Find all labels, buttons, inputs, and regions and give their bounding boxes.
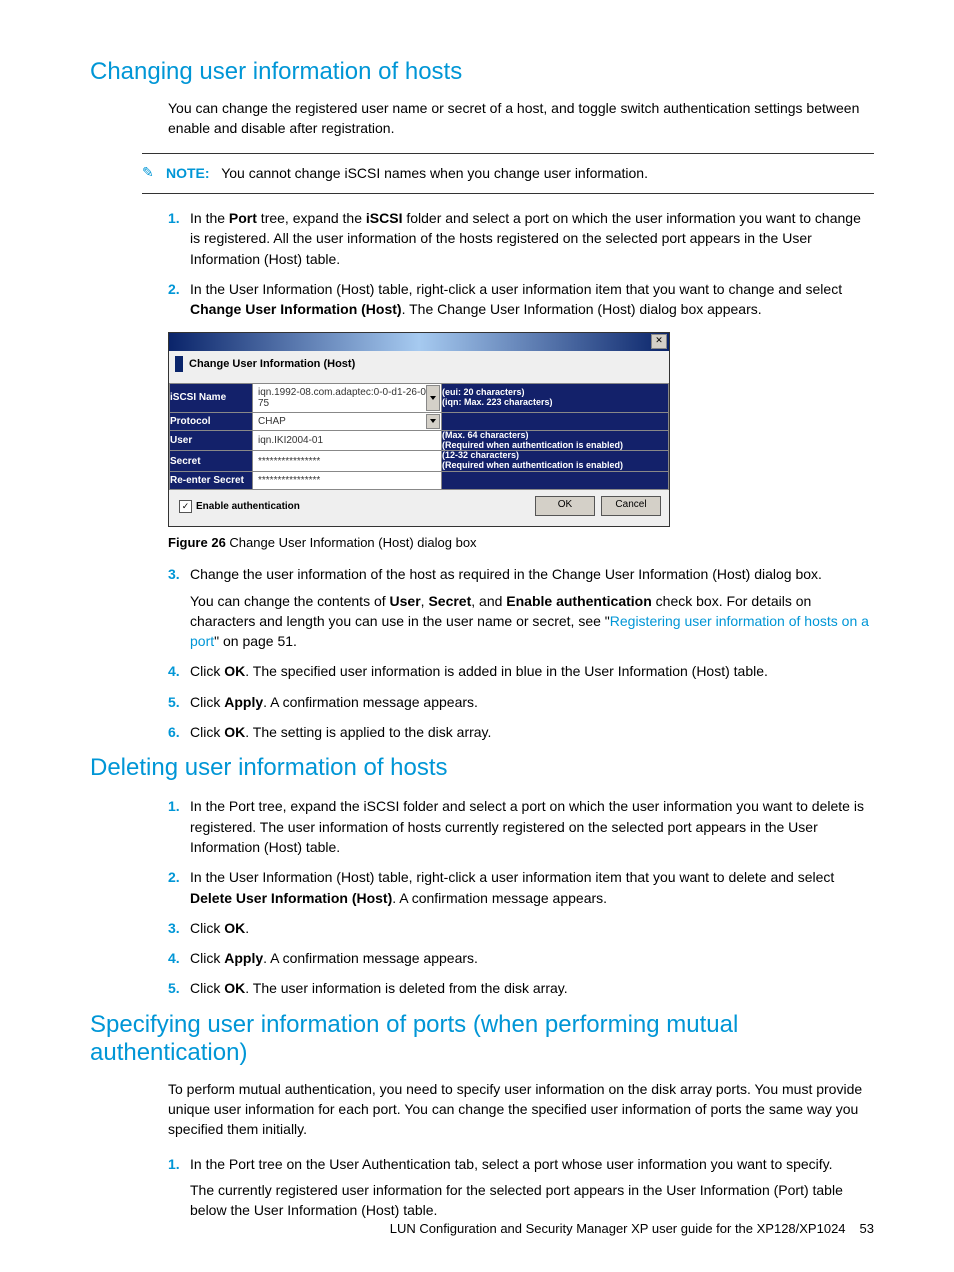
input-protocol[interactable]: CHAP (253, 412, 442, 430)
label-secret: Secret (170, 451, 253, 472)
steps-changing: In the Port tree, expand the iSCSI folde… (168, 208, 874, 319)
intro-specifying: To perform mutual authentication, you ne… (168, 1079, 874, 1140)
hint-reenter (442, 472, 669, 490)
input-user[interactable]: iqn.IKI2004-01 (253, 430, 442, 451)
cancel-button[interactable]: Cancel (601, 496, 661, 516)
deleting-step-2: In the User Information (Host) table, ri… (190, 867, 874, 908)
note-icon: ✎ (142, 164, 160, 181)
hint-secret: (12-32 characters)(Required when authent… (442, 451, 669, 472)
changing-step-2: In the User Information (Host) table, ri… (190, 279, 874, 320)
deleting-step-3: Click OK. (190, 918, 874, 938)
heading-changing: Changing user information of hosts (90, 58, 874, 86)
changing-step-1: In the Port tree, expand the iSCSI folde… (190, 208, 874, 269)
label-user: User (170, 430, 253, 451)
ok-button[interactable]: OK (535, 496, 595, 516)
changing-step-3: Change the user information of the host … (190, 564, 874, 651)
dialog-titlebar: ✕ (169, 333, 669, 351)
dialog-heading-bar (175, 356, 183, 372)
hint-user: (Max. 64 characters)(Required when authe… (442, 430, 669, 451)
intro-changing: You can change the registered user name … (168, 98, 874, 139)
steps-changing-cont: Change the user information of the host … (168, 564, 874, 742)
deleting-step-5: Click OK. The user information is delete… (190, 978, 874, 998)
steps-specifying: In the Port tree on the User Authenticat… (168, 1154, 874, 1221)
checkbox-enable-auth-label: Enable authentication (196, 501, 300, 512)
chevron-down-icon[interactable] (426, 385, 440, 411)
hint-iscsi: (eui: 20 characters)(iqn: Max. 223 chara… (442, 383, 669, 412)
dialog-form-table: iSCSI Name iqn.1992-08.com.adaptec:0-0-d… (169, 383, 669, 491)
label-iscsi-name: iSCSI Name (170, 383, 253, 412)
label-protocol: Protocol (170, 412, 253, 430)
page-footer: LUN Configuration and Security Manager X… (390, 1221, 874, 1236)
changing-step-6: Click OK. The setting is applied to the … (190, 722, 874, 742)
deleting-step-4: Click Apply. A confirmation message appe… (190, 948, 874, 968)
input-iscsi-name[interactable]: iqn.1992-08.com.adaptec:0-0-d1-26-0-75 (253, 383, 442, 412)
dialog-change-user-info: ✕ Change User Information (Host) iSCSI N… (168, 332, 670, 528)
deleting-step-1: In the Port tree, expand the iSCSI folde… (190, 796, 874, 857)
dialog-heading-text: Change User Information (Host) (189, 358, 355, 370)
checkbox-enable-auth[interactable]: ✓ (179, 500, 192, 513)
specifying-step-1: In the Port tree on the User Authenticat… (190, 1154, 874, 1221)
note-text: You cannot change iSCSI names when you c… (221, 165, 648, 181)
close-icon[interactable]: ✕ (651, 334, 667, 349)
hint-protocol (442, 412, 669, 430)
heading-specifying: Specifying user information of ports (wh… (90, 1011, 874, 1067)
steps-deleting: In the Port tree, expand the iSCSI folde… (168, 796, 874, 998)
note-label: NOTE: (166, 165, 210, 181)
note-block: ✎ NOTE: You cannot change iSCSI names wh… (142, 153, 874, 195)
heading-deleting: Deleting user information of hosts (90, 754, 874, 782)
input-reenter-secret[interactable]: **************** (253, 472, 442, 490)
label-reenter-secret: Re-enter Secret (170, 472, 253, 490)
input-secret[interactable]: **************** (253, 451, 442, 472)
changing-step-4: Click OK. The specified user information… (190, 661, 874, 681)
chevron-down-icon[interactable] (426, 414, 440, 429)
changing-step-5: Click Apply. A confirmation message appe… (190, 692, 874, 712)
figure-caption: Figure 26 Change User Information (Host)… (168, 535, 874, 550)
figure-dialog-wrap: ✕ Change User Information (Host) iSCSI N… (168, 332, 874, 528)
